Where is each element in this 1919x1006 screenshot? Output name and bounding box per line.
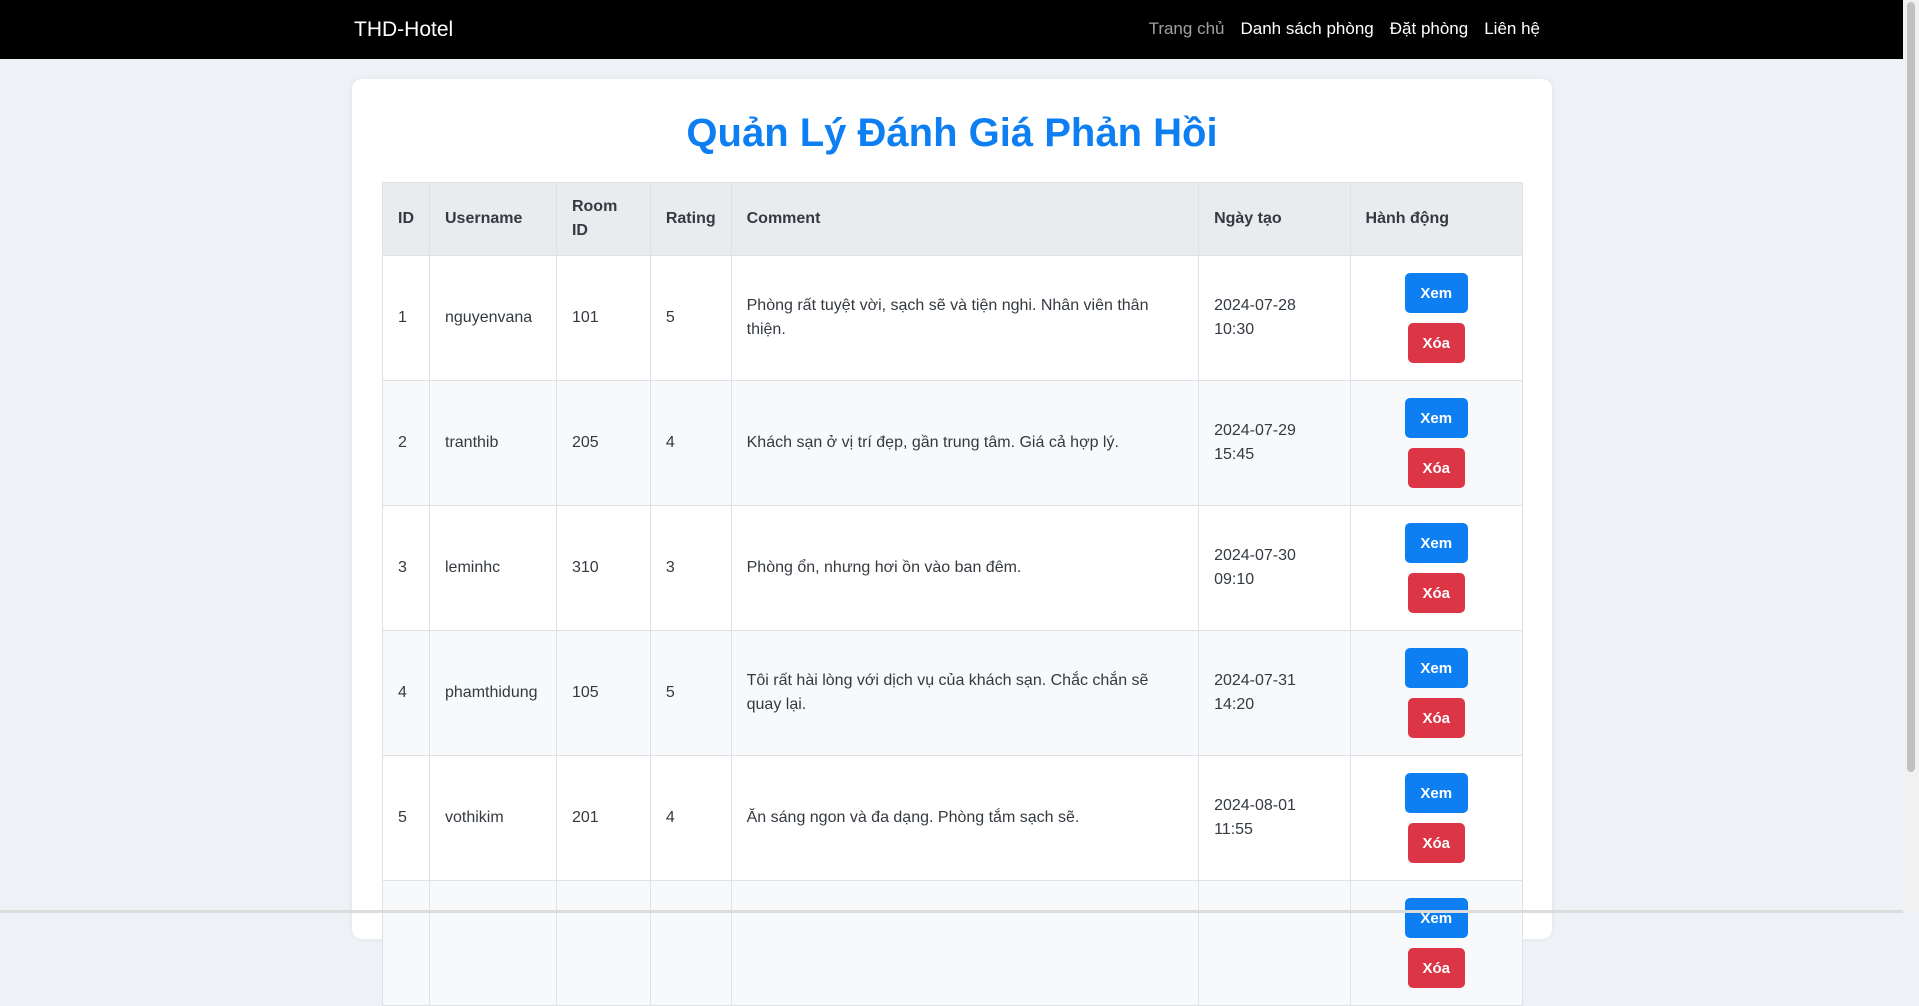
reviews-table: ID Username Room ID Rating Comment Ngày …: [382, 182, 1524, 1006]
view-button[interactable]: Xem: [1404, 398, 1468, 438]
table-row: 5 vothikim 201 4 Ăn sáng ngon và đa dạng. Ph…: [382, 755, 1524, 881]
view-button[interactable]: Xem: [1404, 273, 1468, 313]
nav-link-contact[interactable]: Liên hệ: [1484, 19, 1540, 39]
cell-comment: Tôi rất hài lòng với dịch vụ của khách s…: [730, 630, 1200, 756]
cell-rating: 5: [649, 255, 732, 381]
created-time: 11:55: [1214, 821, 1253, 838]
cell-username: tranthib: [429, 380, 557, 506]
content-card: Quản Lý Đánh Giá Phản Hồi ID Username Ro…: [352, 79, 1552, 1006]
cell-actions: Xem Xóa: [1349, 255, 1524, 381]
cell-rating: 4: [649, 380, 732, 506]
created-time: 14:20: [1214, 696, 1255, 713]
table-row: 2 tranthib 205 4 Khách sạn ở vị trí đẹp, gần…: [382, 380, 1524, 506]
delete-button[interactable]: Xóa: [1407, 323, 1465, 363]
vertical-scrollbar[interactable]: [1903, 0, 1919, 913]
cell-created-date: 2024-07-30 09:10: [1198, 505, 1351, 631]
cell-room-id: [555, 880, 651, 1006]
cell-id: 3: [382, 505, 430, 631]
scrollbar-thumb[interactable]: [1907, 2, 1915, 772]
header-comment: Comment: [730, 182, 1200, 256]
cell-actions: Xem Xóa: [1349, 880, 1524, 1006]
cell-username: phamthidung: [429, 630, 557, 756]
top-navbar: THD-Hotel Trang chủ Danh sách phòng Đặt …: [0, 0, 1903, 59]
brand-logo[interactable]: THD-Hotel: [354, 18, 453, 42]
cell-actions: Xem Xóa: [1349, 755, 1524, 881]
cell-id: 1: [382, 255, 430, 381]
cell-id: 2: [382, 380, 430, 506]
view-button[interactable]: Xem: [1404, 898, 1468, 938]
header-rating: Rating: [649, 182, 732, 256]
delete-button[interactable]: Xóa: [1407, 948, 1465, 988]
cell-username: leminhc: [429, 505, 557, 631]
delete-button[interactable]: Xóa: [1407, 573, 1465, 613]
created-date: 2024-07-28: [1214, 297, 1296, 314]
table-header-row: ID Username Room ID Rating Comment Ngày …: [382, 182, 1524, 256]
page-title: Quản Lý Đánh Giá Phản Hồi: [686, 111, 1218, 155]
header-created-date: Ngày tạo: [1198, 182, 1351, 256]
view-button[interactable]: Xem: [1404, 523, 1468, 563]
cell-username: [429, 880, 557, 1006]
cell-actions: Xem Xóa: [1349, 630, 1524, 756]
cell-created-date: 2024-07-31 14:20: [1198, 630, 1351, 756]
delete-button[interactable]: Xóa: [1407, 448, 1465, 488]
cell-actions: Xem Xóa: [1349, 505, 1524, 631]
table-row: 1 nguyenvana 101 5 Phòng rất tuyệt vời, sạch…: [382, 255, 1524, 381]
cell-username: nguyenvana: [429, 255, 557, 381]
cell-room-id: 105: [555, 630, 651, 756]
cell-room-id: 310: [555, 505, 651, 631]
cell-room-id: 101: [555, 255, 651, 381]
header-actions: Hành động: [1349, 182, 1524, 256]
created-date: 2024-07-30: [1214, 547, 1296, 564]
cell-comment: Ăn sáng ngon và đa dạng. Phòng tắm sạch …: [730, 755, 1200, 881]
cell-rating: [649, 880, 732, 1006]
header-room-id: Room ID: [555, 182, 651, 256]
cell-comment: [730, 880, 1200, 1006]
cell-username: vothikim: [429, 755, 557, 881]
cell-rating: 5: [649, 630, 732, 756]
cell-comment: Khách sạn ở vị trí đẹp, gần trung tâm. G…: [730, 380, 1200, 506]
cell-id: [382, 880, 430, 1006]
header-username: Username: [429, 182, 557, 256]
cell-created-date: 2024-07-28 10:30: [1198, 255, 1351, 381]
table-row: 4 phamthidung 105 5 Tôi rất hài lòng với dịc…: [382, 630, 1524, 756]
created-date: 2024-08-01: [1214, 797, 1296, 814]
cell-room-id: 201: [555, 755, 651, 881]
cell-rating: 4: [649, 755, 732, 881]
created-time: 10:30: [1214, 321, 1255, 338]
cell-room-id: 205: [555, 380, 651, 506]
delete-button[interactable]: Xóa: [1407, 698, 1465, 738]
nav-link-booking[interactable]: Đặt phòng: [1390, 19, 1468, 39]
nav-link-home[interactable]: Trang chủ: [1149, 19, 1225, 39]
view-button[interactable]: Xem: [1404, 648, 1468, 688]
nav-links: Trang chủ Danh sách phòng Đặt phòng Liên…: [1133, 19, 1540, 39]
cell-actions: Xem Xóa: [1349, 380, 1524, 506]
created-date: 2024-07-29: [1214, 422, 1296, 439]
cell-created-date: [1198, 880, 1351, 1006]
cell-id: 4: [382, 630, 430, 756]
cell-comment: Phòng rất tuyệt vời, sạch sẽ và tiện ngh…: [730, 255, 1200, 381]
cell-created-date: 2024-07-29 15:45: [1198, 380, 1351, 506]
created-time: 15:45: [1214, 446, 1255, 463]
created-time: 09:10: [1214, 571, 1255, 588]
cell-created-date: 2024-08-01 11:55: [1198, 755, 1351, 881]
cell-comment: Phòng ổn, nhưng hơi ồn vào ban đêm.: [730, 505, 1200, 631]
view-button[interactable]: Xem: [1404, 773, 1468, 813]
cell-id: 5: [382, 755, 430, 881]
nav-link-room-list[interactable]: Danh sách phòng: [1240, 19, 1373, 39]
cell-rating: 3: [649, 505, 732, 631]
table-row: 3 leminhc 310 3 Phòng ổn, nhưng hơi ồn vào b…: [382, 505, 1524, 631]
created-date: 2024-07-31: [1214, 672, 1296, 689]
header-id: ID: [382, 182, 430, 256]
table-row: Xem Xóa: [382, 880, 1524, 1006]
delete-button[interactable]: Xóa: [1407, 823, 1465, 863]
